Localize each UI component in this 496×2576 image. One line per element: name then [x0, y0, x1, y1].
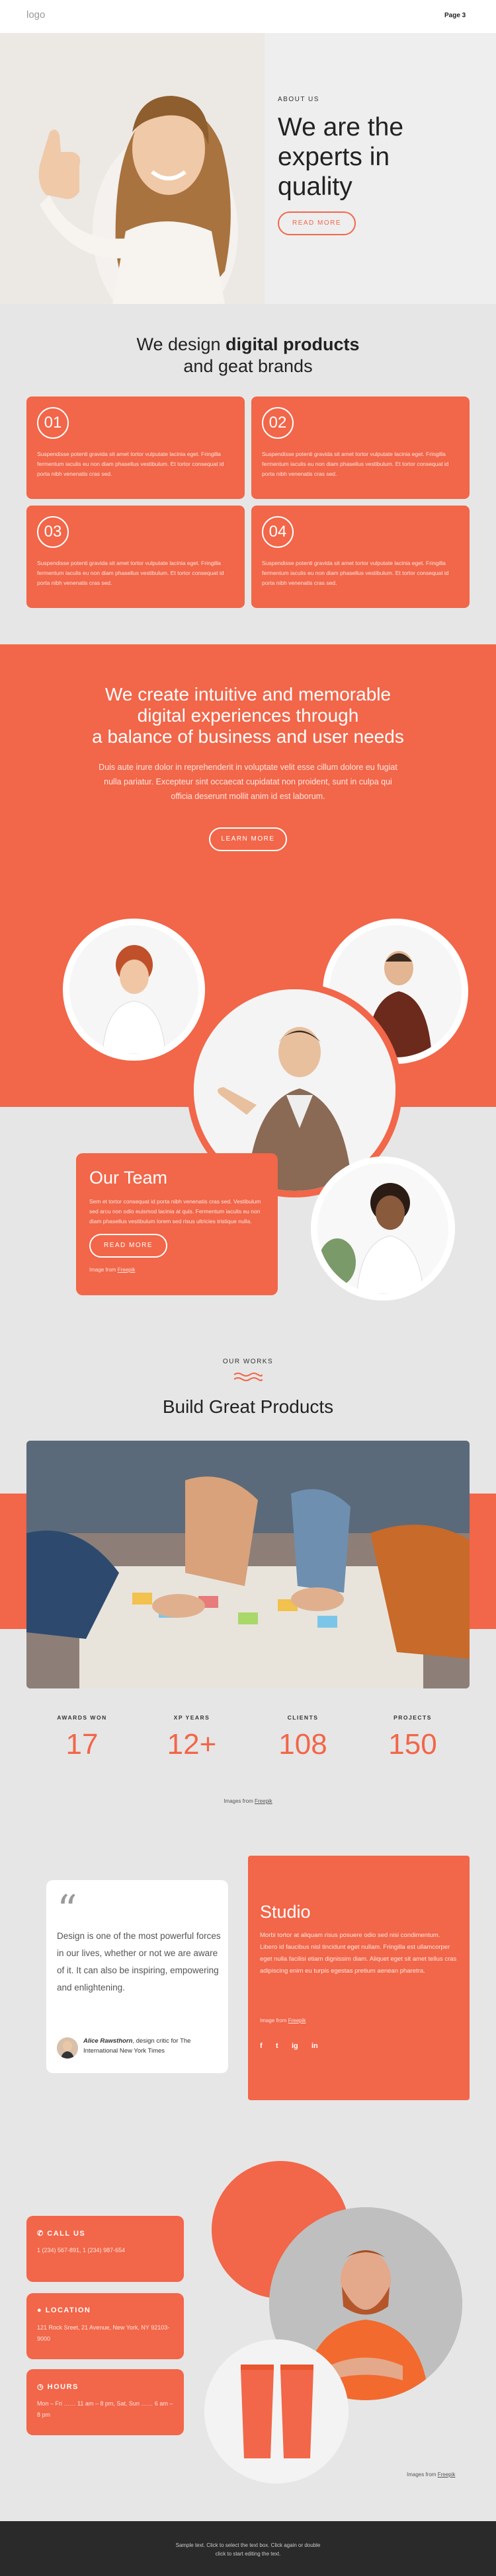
- stat-label-projects: PROJECTS: [393, 1714, 432, 1721]
- card-text: Suspendisse potenti gravida sit amet tor…: [262, 451, 449, 477]
- location-text: 121 Rock Sreet, 21 Avenue, New York, NY …: [37, 2324, 170, 2342]
- contact-credit: Images from Freepik: [407, 2472, 456, 2478]
- studio-card: Studio Morbi tortor at aliquam risus pos…: [248, 1856, 470, 2100]
- hero-eyebrow: ABOUT US: [278, 96, 319, 103]
- stat-label-clients: CLIENTS: [287, 1714, 319, 1721]
- call-us-card: ✆ CALL US 1 (234) 567-891, 1 (234) 987-6…: [26, 2216, 184, 2282]
- card-number: 02: [262, 407, 294, 439]
- hero-read-more-button[interactable]: READ MORE: [278, 211, 356, 235]
- team-photo-woman-red-hair: [63, 919, 205, 1061]
- works-eyebrow: OUR WORKS: [222, 1358, 274, 1365]
- freepik-link[interactable]: Freepik: [438, 2472, 456, 2478]
- card-number: 03: [37, 516, 69, 548]
- hours-title: ◷ HOURS: [37, 2383, 79, 2391]
- team-read-more-button[interactable]: READ MORE: [89, 1234, 167, 1258]
- card-number: 04: [262, 516, 294, 548]
- facebook-icon[interactable]: f: [260, 2042, 263, 2050]
- quote-card: “ Design is one of the most powerful for…: [46, 1880, 228, 2073]
- create-title: We create intuitive and memorable digita…: [92, 684, 404, 747]
- feature-card-02: 02 Suspendisse potenti gravida sit amet …: [251, 397, 470, 499]
- hero-section: ABOUT US We are the experts in quality R…: [0, 33, 496, 304]
- social-icons: f t ig in: [260, 2042, 339, 2053]
- studio-title: Studio: [260, 1902, 311, 1922]
- stat-label-awards: AWARDS WON: [57, 1714, 107, 1721]
- author-avatar: [57, 2037, 78, 2059]
- hours-card: ◷ HOURS Mon – Fri …… 11 am – 8 pm, Sat, …: [26, 2369, 184, 2435]
- freepik-link[interactable]: Freepik: [288, 2018, 306, 2024]
- stat-value-projects: 150: [388, 1728, 437, 1761]
- hero-photo: [0, 33, 265, 304]
- create-text: Duis aute irure dolor in reprehenderit i…: [99, 763, 397, 801]
- footer: Sample text. Click to select the text bo…: [0, 2521, 496, 2576]
- works-title: Build Great Products: [162, 1396, 334, 1417]
- quote-mark-icon: “: [57, 1887, 77, 1933]
- card-text: Suspendisse potenti gravida sit amet tor…: [262, 560, 449, 586]
- instagram-icon[interactable]: ig: [292, 2042, 298, 2050]
- call-us-text: 1 (234) 567-891, 1 (234) 987-654: [37, 2247, 126, 2254]
- contact-photo-cups: [204, 2339, 349, 2483]
- nav-item-page3[interactable]: Page 3: [444, 12, 466, 19]
- team-text: Sem et tortor consequat id porta nibh ve…: [89, 1198, 261, 1225]
- location-card: ● LOCATION 121 Rock Sreet, 21 Avenue, Ne…: [26, 2293, 184, 2359]
- hero-title: We are the experts in quality: [278, 113, 404, 201]
- linkedin-icon[interactable]: in: [311, 2042, 318, 2050]
- works-photo: [26, 1441, 470, 1688]
- freepik-link[interactable]: Freepik: [255, 1798, 272, 1804]
- stat-value-clients: 108: [278, 1728, 327, 1761]
- freepik-link[interactable]: Freepik: [118, 1267, 136, 1273]
- studio-text: Morbi tortor at aliquam risus posuere od…: [260, 1932, 457, 1975]
- feature-card-01: 01 Suspendisse potenti gravida sit amet …: [26, 397, 245, 499]
- wave-icon: [233, 1371, 263, 1382]
- feature-card-04: 04 Suspendisse potenti gravida sit amet …: [251, 506, 470, 608]
- stat-value-xp: 12+: [167, 1728, 217, 1761]
- twitter-icon[interactable]: t: [276, 2042, 278, 2050]
- quote-author: Alice Rawsthorn, design critic for The I…: [83, 2037, 191, 2055]
- call-us-title: ✆ CALL US: [37, 2230, 86, 2238]
- stat-label-xp: XP YEARS: [173, 1714, 210, 1721]
- our-team-card: Our Team Sem et tortor consequat id port…: [76, 1153, 278, 1295]
- learn-more-button[interactable]: LEARN MORE: [209, 827, 287, 851]
- footer-text: Sample text. Click to select the text bo…: [175, 2542, 321, 2557]
- feature-card-03: 03 Suspendisse potenti gravida sit amet …: [26, 506, 245, 608]
- works-credit: Images from Freepik: [224, 1798, 272, 1804]
- team-title: Our Team: [89, 1168, 168, 1188]
- card-number: 01: [37, 407, 69, 439]
- team-credit: Image from Freepik: [89, 1267, 136, 1273]
- hours-text: Mon – Fri …… 11 am – 8 pm, Sat, Sun …… 6…: [37, 2400, 173, 2418]
- location-title: ● LOCATION: [37, 2306, 91, 2314]
- stat-value-awards: 17: [65, 1728, 99, 1761]
- logo[interactable]: logo: [26, 9, 45, 20]
- design-title: We design digital products and geat bran…: [136, 334, 360, 376]
- card-text: Suspendisse potenti gravida sit amet tor…: [37, 560, 224, 586]
- card-text: Suspendisse potenti gravida sit amet tor…: [37, 451, 224, 477]
- studio-credit: Image from Freepik: [260, 2018, 306, 2024]
- team-photo-woman-curly: [311, 1156, 455, 1301]
- quote-text: Design is one of the most powerful force…: [57, 1931, 221, 1992]
- header: logo Page 3: [0, 0, 496, 33]
